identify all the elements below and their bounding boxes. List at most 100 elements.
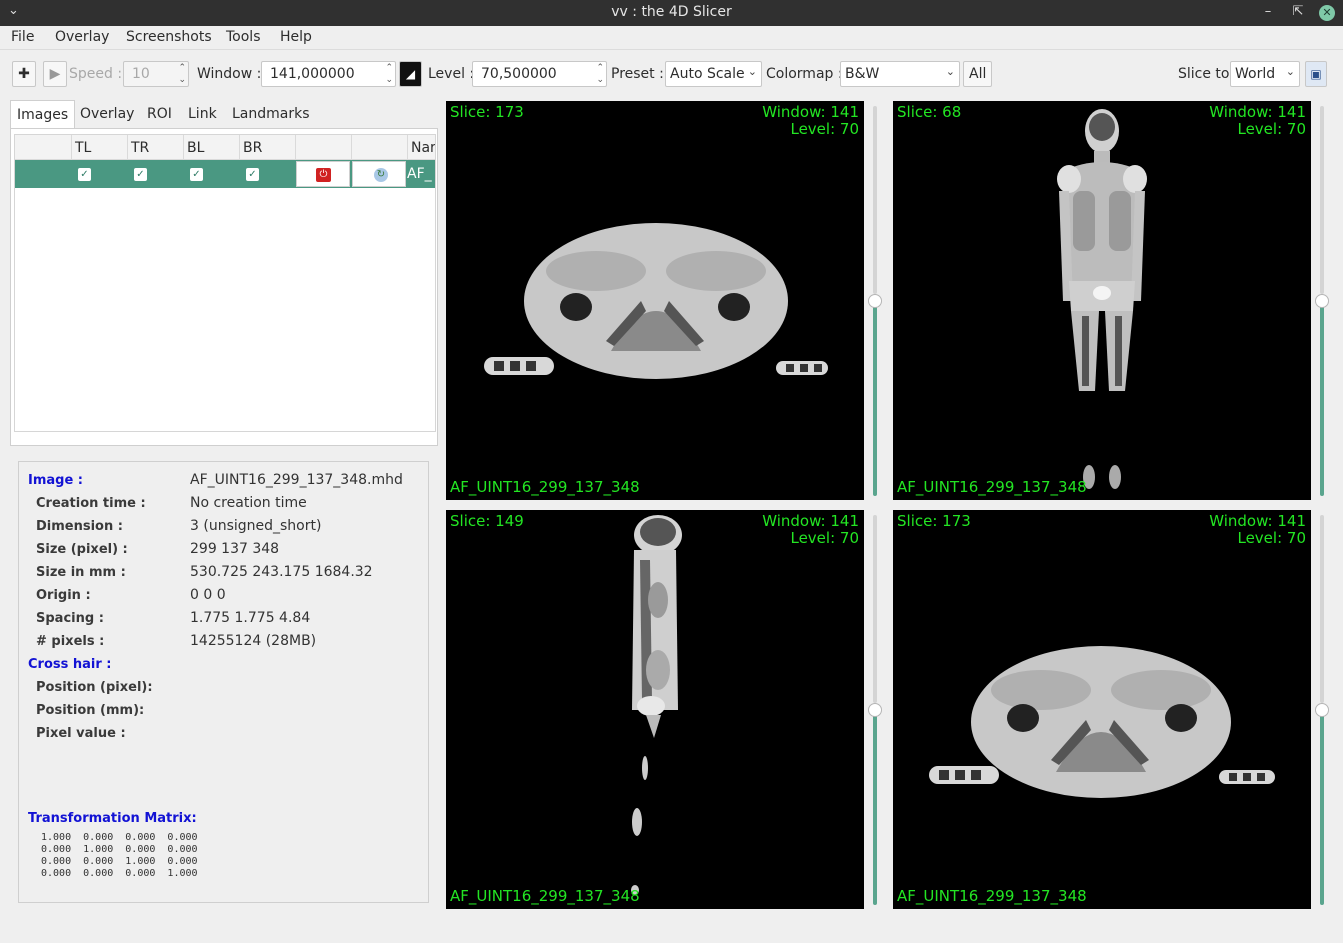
column-bl[interactable]: BL bbox=[187, 140, 204, 156]
column-tl[interactable]: TL bbox=[75, 140, 91, 156]
tab-overlay[interactable]: Overlay bbox=[74, 100, 140, 128]
slice-slider-top-right[interactable] bbox=[1315, 106, 1329, 496]
table-header: TL TR BL BR Nar bbox=[15, 135, 435, 160]
view-bottom-right[interactable]: Slice: 173 Window: 141 Level: 70 AF_UINT… bbox=[893, 510, 1311, 909]
slider-handle[interactable] bbox=[868, 703, 882, 717]
slider-handle[interactable] bbox=[1315, 294, 1329, 308]
window-overlay: Window: 141 bbox=[762, 103, 859, 121]
image-name-overlay: AF_UINT16_299_137_348 bbox=[897, 478, 1087, 496]
view-top-left[interactable]: Slice: 173 Window: 141 Level: 70 AF_UINT… bbox=[446, 101, 864, 500]
close-icon[interactable]: ✕ bbox=[1319, 5, 1335, 21]
view-top-right[interactable]: Slice: 68 Window: 141 Level: 70 AF_UINT1… bbox=[893, 101, 1311, 500]
checkbox-tl[interactable]: ✓ bbox=[78, 168, 91, 181]
colormap-select[interactable]: B&W ⌄ bbox=[840, 61, 960, 87]
menu-tools[interactable]: Tools bbox=[226, 29, 261, 45]
fullscreen-icon[interactable]: ▣ bbox=[1305, 61, 1327, 87]
transformation-matrix: 1.000 0.000 0.000 0.000 0.000 1.000 0.00… bbox=[41, 832, 198, 879]
slice-number: Slice: 68 bbox=[897, 103, 962, 121]
spin-arrows-icon[interactable]: ⌃ ⌄ bbox=[178, 62, 186, 86]
level-spinbox[interactable]: 70,500000 ⌃ ⌄ bbox=[472, 61, 607, 87]
slice-number: Slice: 149 bbox=[450, 512, 524, 530]
slider-handle[interactable] bbox=[1315, 703, 1329, 717]
spin-arrows-icon[interactable]: ⌃ ⌄ bbox=[596, 62, 604, 86]
play-icon[interactable]: ▶ bbox=[43, 61, 67, 87]
image-info-panel: Image : AF_UINT16_299_137_348.mhd Creati… bbox=[18, 461, 429, 903]
image-section-label: Image : bbox=[28, 473, 84, 488]
image-name-cell[interactable]: AF_ bbox=[407, 166, 432, 182]
slice-number: Slice: 173 bbox=[897, 512, 971, 530]
size-mm-label: Size in mm : bbox=[36, 565, 126, 580]
tab-images[interactable]: Images bbox=[10, 100, 76, 128]
size-mm-value: 530.725 243.175 1684.32 bbox=[190, 564, 373, 580]
tab-roi[interactable]: ROI bbox=[141, 100, 178, 128]
level-value: 70,500000 bbox=[481, 66, 557, 82]
position-mm-label: Position (mm): bbox=[36, 703, 145, 718]
images-tab-panel: TL TR BL BR Nar ✓ ✓ ✓ ✓ ⏻ ↻ AF_ bbox=[10, 128, 438, 446]
spin-arrows-icon[interactable]: ⌃ ⌄ bbox=[385, 62, 393, 86]
checkbox-tr[interactable]: ✓ bbox=[134, 168, 147, 181]
title-bar: ⌄ vv : the 4D Slicer – ⇱ ✕ bbox=[0, 0, 1343, 26]
slice-slider-bottom-left[interactable] bbox=[868, 515, 882, 905]
chevron-down-icon: ⌄ bbox=[945, 65, 955, 78]
slice-number: Slice: 173 bbox=[450, 103, 524, 121]
checkbox-bl[interactable]: ✓ bbox=[190, 168, 203, 181]
slice-to-value: World bbox=[1235, 66, 1276, 82]
checkbox-br[interactable]: ✓ bbox=[246, 168, 259, 181]
window-value: 141,000000 bbox=[270, 66, 355, 82]
menu-overlay[interactable]: Overlay bbox=[55, 29, 109, 45]
column-tr[interactable]: TR bbox=[131, 140, 149, 156]
image-name-overlay: AF_UINT16_299_137_348 bbox=[897, 887, 1087, 905]
slice-slider-bottom-right[interactable] bbox=[1315, 515, 1329, 905]
menu-help[interactable]: Help bbox=[280, 29, 312, 45]
size-pixel-label: Size (pixel) : bbox=[36, 542, 128, 557]
pixels-label: # pixels : bbox=[36, 634, 105, 649]
creation-time-value: No creation time bbox=[190, 495, 307, 511]
speed-value: 10 bbox=[132, 66, 150, 82]
column-br[interactable]: BR bbox=[243, 140, 262, 156]
tab-landmarks[interactable]: Landmarks bbox=[226, 100, 316, 128]
transformation-matrix-label: Transformation Matrix: bbox=[28, 811, 197, 826]
sagittal-slice-image bbox=[631, 515, 682, 895]
menu-screenshots[interactable]: Screenshots bbox=[126, 29, 212, 45]
level-label: Level : bbox=[428, 66, 475, 82]
axial-slice-image bbox=[929, 646, 1275, 798]
colormap-value: B&W bbox=[845, 66, 880, 82]
window-overlay: Window: 141 bbox=[762, 512, 859, 530]
auto-window-level-icon[interactable]: ◢ bbox=[399, 61, 422, 87]
menu-file[interactable]: File bbox=[11, 29, 34, 45]
crosshair-icon[interactable]: ✚ bbox=[12, 61, 36, 87]
table-row[interactable]: ✓ ✓ ✓ ✓ ⏻ ↻ AF_ bbox=[15, 160, 435, 188]
slice-to-select[interactable]: World ⌄ bbox=[1230, 61, 1300, 87]
close-image-button[interactable]: ⏻ bbox=[296, 161, 350, 187]
window-label: Window : bbox=[197, 66, 262, 82]
dimension-label: Dimension : bbox=[36, 519, 123, 534]
size-pixel-value: 299 137 348 bbox=[190, 541, 280, 557]
window-overlay: Window: 141 bbox=[1209, 512, 1306, 530]
all-button[interactable]: All bbox=[963, 61, 993, 87]
reload-icon: ↻ bbox=[374, 168, 388, 182]
pixels-value: 14255124 (28MB) bbox=[190, 633, 317, 649]
preset-select[interactable]: Auto Scale ⌄ bbox=[665, 61, 762, 87]
spacing-label: Spacing : bbox=[36, 611, 104, 626]
tab-link[interactable]: Link bbox=[182, 100, 223, 128]
image-name-overlay: AF_UINT16_299_137_348 bbox=[450, 478, 640, 496]
level-overlay: Level: 70 bbox=[1237, 529, 1306, 547]
column-name[interactable]: Nar bbox=[411, 140, 435, 156]
restore-icon[interactable]: ⇱ bbox=[1289, 3, 1307, 21]
reload-image-button[interactable]: ↻ bbox=[352, 161, 406, 187]
preset-value: Auto Scale bbox=[670, 66, 745, 82]
axial-slice-image bbox=[484, 223, 828, 379]
view-bottom-left[interactable]: Slice: 149 Window: 141 Level: 70 AF_UINT… bbox=[446, 510, 864, 909]
speed-label: Speed : bbox=[69, 66, 123, 82]
minimize-icon[interactable]: – bbox=[1259, 3, 1277, 21]
position-pixel-label: Position (pixel): bbox=[36, 680, 153, 695]
level-overlay: Level: 70 bbox=[790, 120, 859, 138]
speed-spinbox[interactable]: 10 ⌃ ⌄ bbox=[123, 61, 189, 87]
slice-slider-top-left[interactable] bbox=[868, 106, 882, 496]
image-filename: AF_UINT16_299_137_348.mhd bbox=[190, 472, 403, 488]
creation-time-label: Creation time : bbox=[36, 496, 146, 511]
level-overlay: Level: 70 bbox=[1237, 120, 1306, 138]
window-spinbox[interactable]: 141,000000 ⌃ ⌄ bbox=[261, 61, 396, 87]
slider-handle[interactable] bbox=[868, 294, 882, 308]
window-title: vv : the 4D Slicer bbox=[611, 4, 732, 20]
